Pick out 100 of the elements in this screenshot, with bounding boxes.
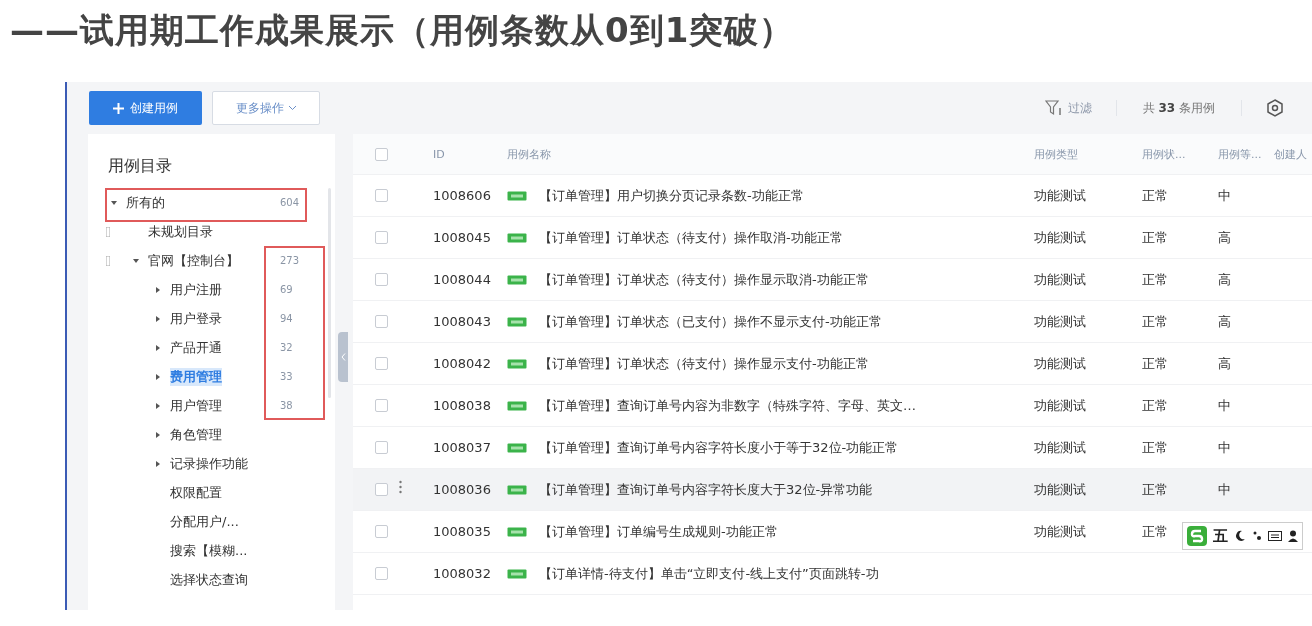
item-count: 33 — [280, 371, 293, 382]
table-cell: 正常 — [1142, 439, 1168, 455]
table-cell: 功能测试 — [1034, 397, 1086, 413]
row-checkbox[interactable] — [374, 567, 388, 580]
table-cell-text: 1008042 — [432, 356, 492, 371]
table-cell-text: 1008045 — [432, 230, 492, 245]
table-cell: 高 — [1218, 271, 1231, 287]
chevron-down-icon — [287, 105, 297, 111]
create-case-button[interactable]: 创建用例 — [89, 91, 202, 125]
table-cell: 功能测试 — [1034, 229, 1086, 245]
table-cell: 正常 — [1142, 397, 1168, 413]
row-checkbox[interactable] — [374, 483, 388, 496]
drag-handle-icon[interactable] — [106, 255, 110, 266]
case-tag-icon — [507, 526, 527, 537]
ime-mode[interactable]: 五 — [1213, 526, 1228, 546]
table-cell: 功能测试 — [1034, 313, 1086, 329]
caret-icon[interactable] — [155, 460, 161, 467]
table-cell-text: 1008036 — [432, 482, 492, 497]
table-cell-text: 1008037 — [432, 440, 492, 455]
tree-item[interactable]: 用户登录 — [170, 309, 222, 328]
tree-item[interactable]: 搜索【模糊... — [170, 541, 248, 560]
case-tag-icon — [507, 190, 527, 201]
slide-title: ——试用期工作成果展示（用例条数从0到1突破） — [9, 9, 796, 52]
row-checkbox[interactable] — [374, 231, 388, 244]
table-cell: 功能测试 — [1034, 481, 1086, 497]
caret-icon[interactable] — [133, 257, 139, 264]
table-cell: 【订单管理】查询订单号内容字符长度大于32位-异常功能 — [539, 480, 873, 499]
table-cell: 中 — [1218, 187, 1231, 203]
tree-item[interactable]: 分配用户/... — [170, 512, 239, 531]
panel-title: 用例目录 — [108, 155, 173, 177]
caret-icon[interactable] — [155, 315, 161, 322]
table-cell: 中 — [1218, 481, 1231, 497]
row-checkbox[interactable] — [374, 441, 388, 454]
caret-icon[interactable] — [155, 286, 161, 293]
caret-icon[interactable] — [155, 402, 161, 409]
table-cell: 【订单管理】订单编号生成规则-功能正常 — [539, 522, 778, 541]
caret-icon[interactable] — [111, 199, 117, 206]
drag-handle-icon[interactable] — [106, 226, 110, 237]
ime-logo-icon — [1187, 526, 1207, 546]
table-cell: 正常 — [1142, 229, 1168, 245]
moon-icon[interactable] — [1234, 530, 1246, 542]
tree-item[interactable]: 官网【控制台】 — [148, 251, 239, 270]
item-count: 94 — [280, 313, 293, 324]
table-cell: 功能测试 — [1034, 523, 1086, 539]
table-cell: 高 — [1218, 355, 1231, 371]
tree-item[interactable]: 选择状态查询 — [170, 570, 248, 589]
tree-item[interactable]: 用户管理 — [170, 396, 222, 415]
table-cell: 功能测试 — [1034, 187, 1086, 203]
table-cell-text: 1008032 — [432, 566, 492, 581]
more-dots-icon[interactable] — [399, 480, 402, 494]
case-tag-icon — [507, 358, 527, 369]
table-cell-text: 1008035 — [432, 524, 492, 539]
item-count: 604 — [280, 197, 300, 208]
table-cell: 【订单详情-待支付】单击“立即支付-线上支付”页面跳转-功 — [539, 564, 879, 583]
row-checkbox[interactable] — [374, 273, 388, 286]
punctuation-icon[interactable] — [1252, 530, 1262, 542]
row-checkbox[interactable] — [374, 315, 388, 328]
row-checkbox[interactable] — [374, 357, 388, 370]
tree-item[interactable]: 用户注册 — [170, 280, 222, 299]
caret-icon[interactable] — [155, 344, 161, 351]
item-count: 38 — [280, 400, 293, 411]
table-cell: 高 — [1218, 229, 1231, 245]
row-checkbox[interactable] — [374, 189, 388, 202]
table-cell: 正常 — [1142, 523, 1168, 539]
table-cell: 正常 — [1142, 355, 1168, 371]
user-icon[interactable] — [1288, 530, 1298, 542]
table-cell: 【订单管理】订单状态（待支付）操作显示支付-功能正常 — [539, 354, 869, 373]
settings-icon[interactable] — [1266, 99, 1284, 117]
tree-item[interactable]: 记录操作功能 — [170, 454, 248, 473]
table-cell-text: 1008606 — [432, 188, 492, 203]
tree-item[interactable]: 角色管理 — [170, 425, 222, 444]
table-cell: 【订单管理】查询订单号内容为非数字（特殊字符、字母、英文… — [539, 396, 916, 415]
row-checkbox[interactable] — [374, 399, 388, 412]
table-cell: 高 — [1218, 313, 1231, 329]
caret-icon[interactable] — [155, 373, 161, 380]
case-tag-icon — [507, 274, 527, 285]
case-tag-icon — [507, 484, 527, 495]
table-cell: 中 — [1218, 439, 1231, 455]
keyboard-icon[interactable] — [1268, 531, 1282, 541]
table-cell: 功能测试 — [1034, 439, 1086, 455]
caret-icon[interactable] — [155, 431, 161, 438]
row-checkbox[interactable] — [374, 525, 388, 538]
table-cell: 【订单管理】订单状态（待支付）操作显示取消-功能正常 — [539, 270, 869, 289]
tree-item[interactable]: 所有的 — [126, 193, 165, 212]
table-cell: 中 — [1218, 397, 1231, 413]
tree-item[interactable]: 权限配置 — [170, 483, 222, 502]
case-tag-icon — [507, 400, 527, 411]
plus-icon — [113, 102, 124, 114]
select-all-checkbox[interactable] — [374, 147, 388, 161]
tree-item[interactable]: 未规划目录 — [148, 222, 213, 241]
more-actions-button[interactable]: 更多操作 — [212, 91, 320, 125]
table-cell: 功能测试 — [1034, 355, 1086, 371]
tree-item[interactable]: 产品开通 — [170, 338, 222, 357]
collapse-handle[interactable] — [338, 332, 348, 382]
chevron-left-icon — [340, 353, 346, 361]
case-tag-icon — [507, 316, 527, 327]
case-tag-icon — [507, 442, 527, 453]
item-count: 273 — [280, 255, 300, 266]
table-cell: 【订单管理】订单状态（待支付）操作取消-功能正常 — [539, 228, 843, 247]
table-cell: 正常 — [1142, 481, 1168, 497]
